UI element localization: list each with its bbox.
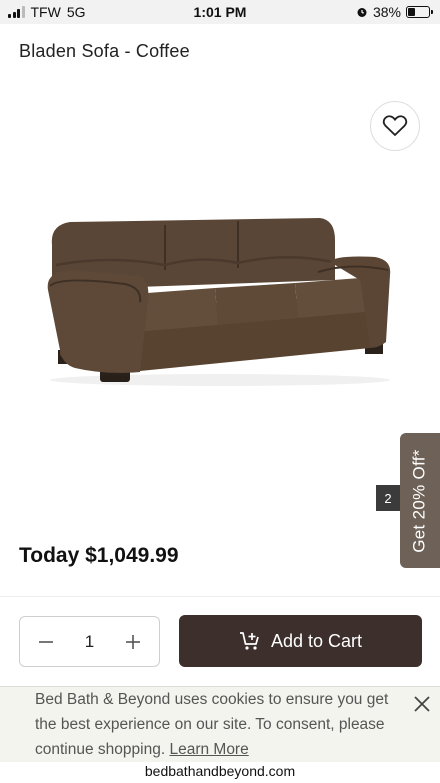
battery-percent: 38% — [372, 4, 401, 20]
promo-label: Get 20% Off* — [410, 448, 430, 553]
promo-tab[interactable]: Get 20% Off* — [400, 433, 440, 568]
heart-icon — [382, 115, 408, 136]
quantity-stepper: 1 — [19, 616, 160, 667]
status-right: 38% — [356, 4, 433, 20]
seat-cushion — [215, 283, 298, 325]
add-to-cart-label: Add to Cart — [270, 630, 363, 651]
increase-quantity-button[interactable] — [121, 630, 145, 654]
status-bar: TFW 5G 1:01 PM 38% — [0, 0, 440, 24]
sofa-left-arm — [47, 270, 149, 373]
battery-fill — [408, 8, 415, 16]
learn-more-link[interactable]: Learn More — [169, 741, 248, 758]
image-counter: 2 — [376, 485, 400, 511]
alarm-icon — [357, 8, 367, 17]
seat-cushion — [295, 278, 365, 318]
product-image[interactable] — [0, 80, 440, 520]
quantity-value[interactable]: 1 — [85, 632, 94, 652]
wishlist-button[interactable] — [370, 101, 420, 151]
cart-icon — [239, 632, 259, 650]
decrease-quantity-button[interactable] — [34, 630, 58, 654]
add-to-cart-button[interactable]: Add to Cart — [179, 615, 422, 667]
action-bar: 1 Add to Cart — [0, 596, 440, 686]
cookie-message: Bed Bath & Beyond uses cookies to ensure… — [35, 687, 395, 762]
product-price: Today $1,049.99 — [19, 544, 179, 567]
close-icon[interactable] — [412, 694, 432, 714]
minus-icon — [39, 640, 53, 643]
cookie-banner: Bed Bath & Beyond uses cookies to ensure… — [0, 686, 440, 762]
plus-icon — [126, 634, 140, 649]
product-title: Bladen Sofa - Coffee — [19, 41, 190, 61]
battery-icon — [406, 6, 433, 18]
browser-url[interactable]: bedbathandbeyond.com — [0, 762, 440, 783]
